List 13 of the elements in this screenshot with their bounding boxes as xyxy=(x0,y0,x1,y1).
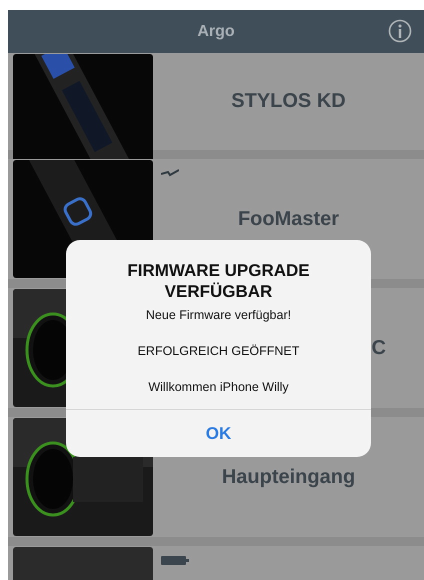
alert-message: Neue Firmware verfügbar! xyxy=(146,308,292,323)
info-icon[interactable] xyxy=(388,19,412,43)
lightning-icon xyxy=(161,169,179,177)
battery-icon xyxy=(161,556,189,565)
alert-message: Willkommen iPhone Willy xyxy=(148,380,289,395)
alert-message: ERFOLGREICH GEÖFFNET xyxy=(138,344,300,359)
app-title: Argo xyxy=(197,22,235,40)
device-name[interactable]: FooMaster xyxy=(238,208,340,230)
alert-title: FIRMWARE UPGRADE VERFÜGBAR xyxy=(126,260,311,302)
device-name[interactable]: Haupteingang xyxy=(222,466,356,488)
ok-button[interactable]: OK xyxy=(66,409,371,457)
device-name[interactable]: C xyxy=(372,336,386,360)
device-name[interactable]: STYLOS KD xyxy=(231,90,346,113)
